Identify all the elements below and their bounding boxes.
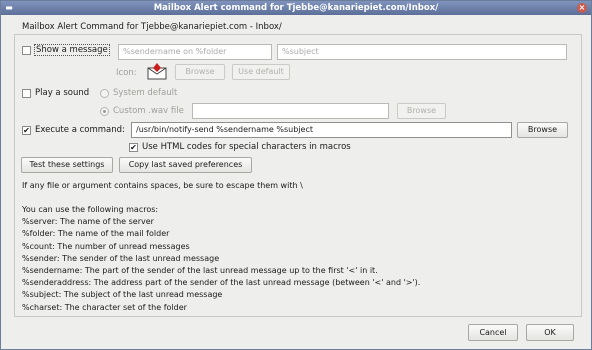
execute-command-checkbox[interactable]: ✔ xyxy=(22,126,31,135)
copy-preferences-button[interactable]: Copy last saved preferences xyxy=(119,157,252,173)
cancel-button[interactable]: Cancel xyxy=(468,324,518,341)
macros-intro: You can use the following macros: xyxy=(22,205,159,214)
message-title-input[interactable]: %sendername on %folder xyxy=(118,44,272,60)
macro-folder: %folder: The name of the mail folder xyxy=(22,229,170,239)
wav-file-input[interactable] xyxy=(192,103,389,119)
icon-label: Icon: xyxy=(116,68,137,78)
command-input[interactable]: /usr/bin/notify-send %sendername %subjec… xyxy=(131,122,512,138)
macro-count: %count: The number of unread messages xyxy=(22,241,190,251)
wav-browse-button[interactable]: Browse xyxy=(397,103,446,119)
window-title: Mailbox Alert command for Tjebbe@kanarie… xyxy=(153,3,439,13)
escape-note: If any file or argument contains spaces,… xyxy=(22,181,303,190)
window-menu-icon[interactable]: ▬ xyxy=(5,4,13,12)
test-settings-button[interactable]: Test these settings xyxy=(21,157,113,173)
execute-command-label[interactable]: Execute a command: xyxy=(35,125,125,135)
ok-button[interactable]: OK xyxy=(526,324,574,341)
system-default-label[interactable]: System default xyxy=(113,88,177,98)
html-codes-checkbox[interactable]: ✔ xyxy=(129,143,138,152)
custom-wav-label[interactable]: Custom .wav file xyxy=(113,106,184,116)
macro-server: %server: The name of the server xyxy=(22,217,154,227)
group-title: Mailbox Alert Command for Tjebbe@kanarie… xyxy=(20,22,284,32)
macro-sender: %sender: The sender of the last unread m… xyxy=(22,253,220,263)
icon-default-button[interactable]: Use default xyxy=(232,64,290,80)
icon-browse-button[interactable]: Browse xyxy=(175,64,225,80)
macro-charset: %charset: The character set of the folde… xyxy=(22,302,187,312)
system-default-radio[interactable] xyxy=(100,89,109,98)
custom-wav-radio[interactable] xyxy=(100,107,109,116)
title-bar[interactable]: ▬ Mailbox Alert command for Tjebbe@kanar… xyxy=(1,1,591,15)
close-icon[interactable]: × xyxy=(577,3,587,13)
macro-senderaddress: %senderaddress: The address part of the … xyxy=(22,278,421,288)
play-sound-label[interactable]: Play a sound xyxy=(35,88,89,98)
macro-sendername: %sendername: The part of the sender of t… xyxy=(22,265,378,275)
mail-icon[interactable] xyxy=(146,63,168,81)
show-message-checkbox[interactable] xyxy=(22,46,31,55)
macro-subject: %subject: The subject of the last unread… xyxy=(22,290,223,300)
command-browse-button[interactable]: Browse xyxy=(517,122,568,138)
message-body-input[interactable]: %subject xyxy=(277,44,567,60)
macros-help: You can use the following macros: %serve… xyxy=(22,204,420,314)
play-sound-checkbox[interactable] xyxy=(22,89,31,98)
show-message-label[interactable]: Show a message xyxy=(34,44,110,56)
html-codes-label[interactable]: Use HTML codes for special characters in… xyxy=(142,142,351,152)
